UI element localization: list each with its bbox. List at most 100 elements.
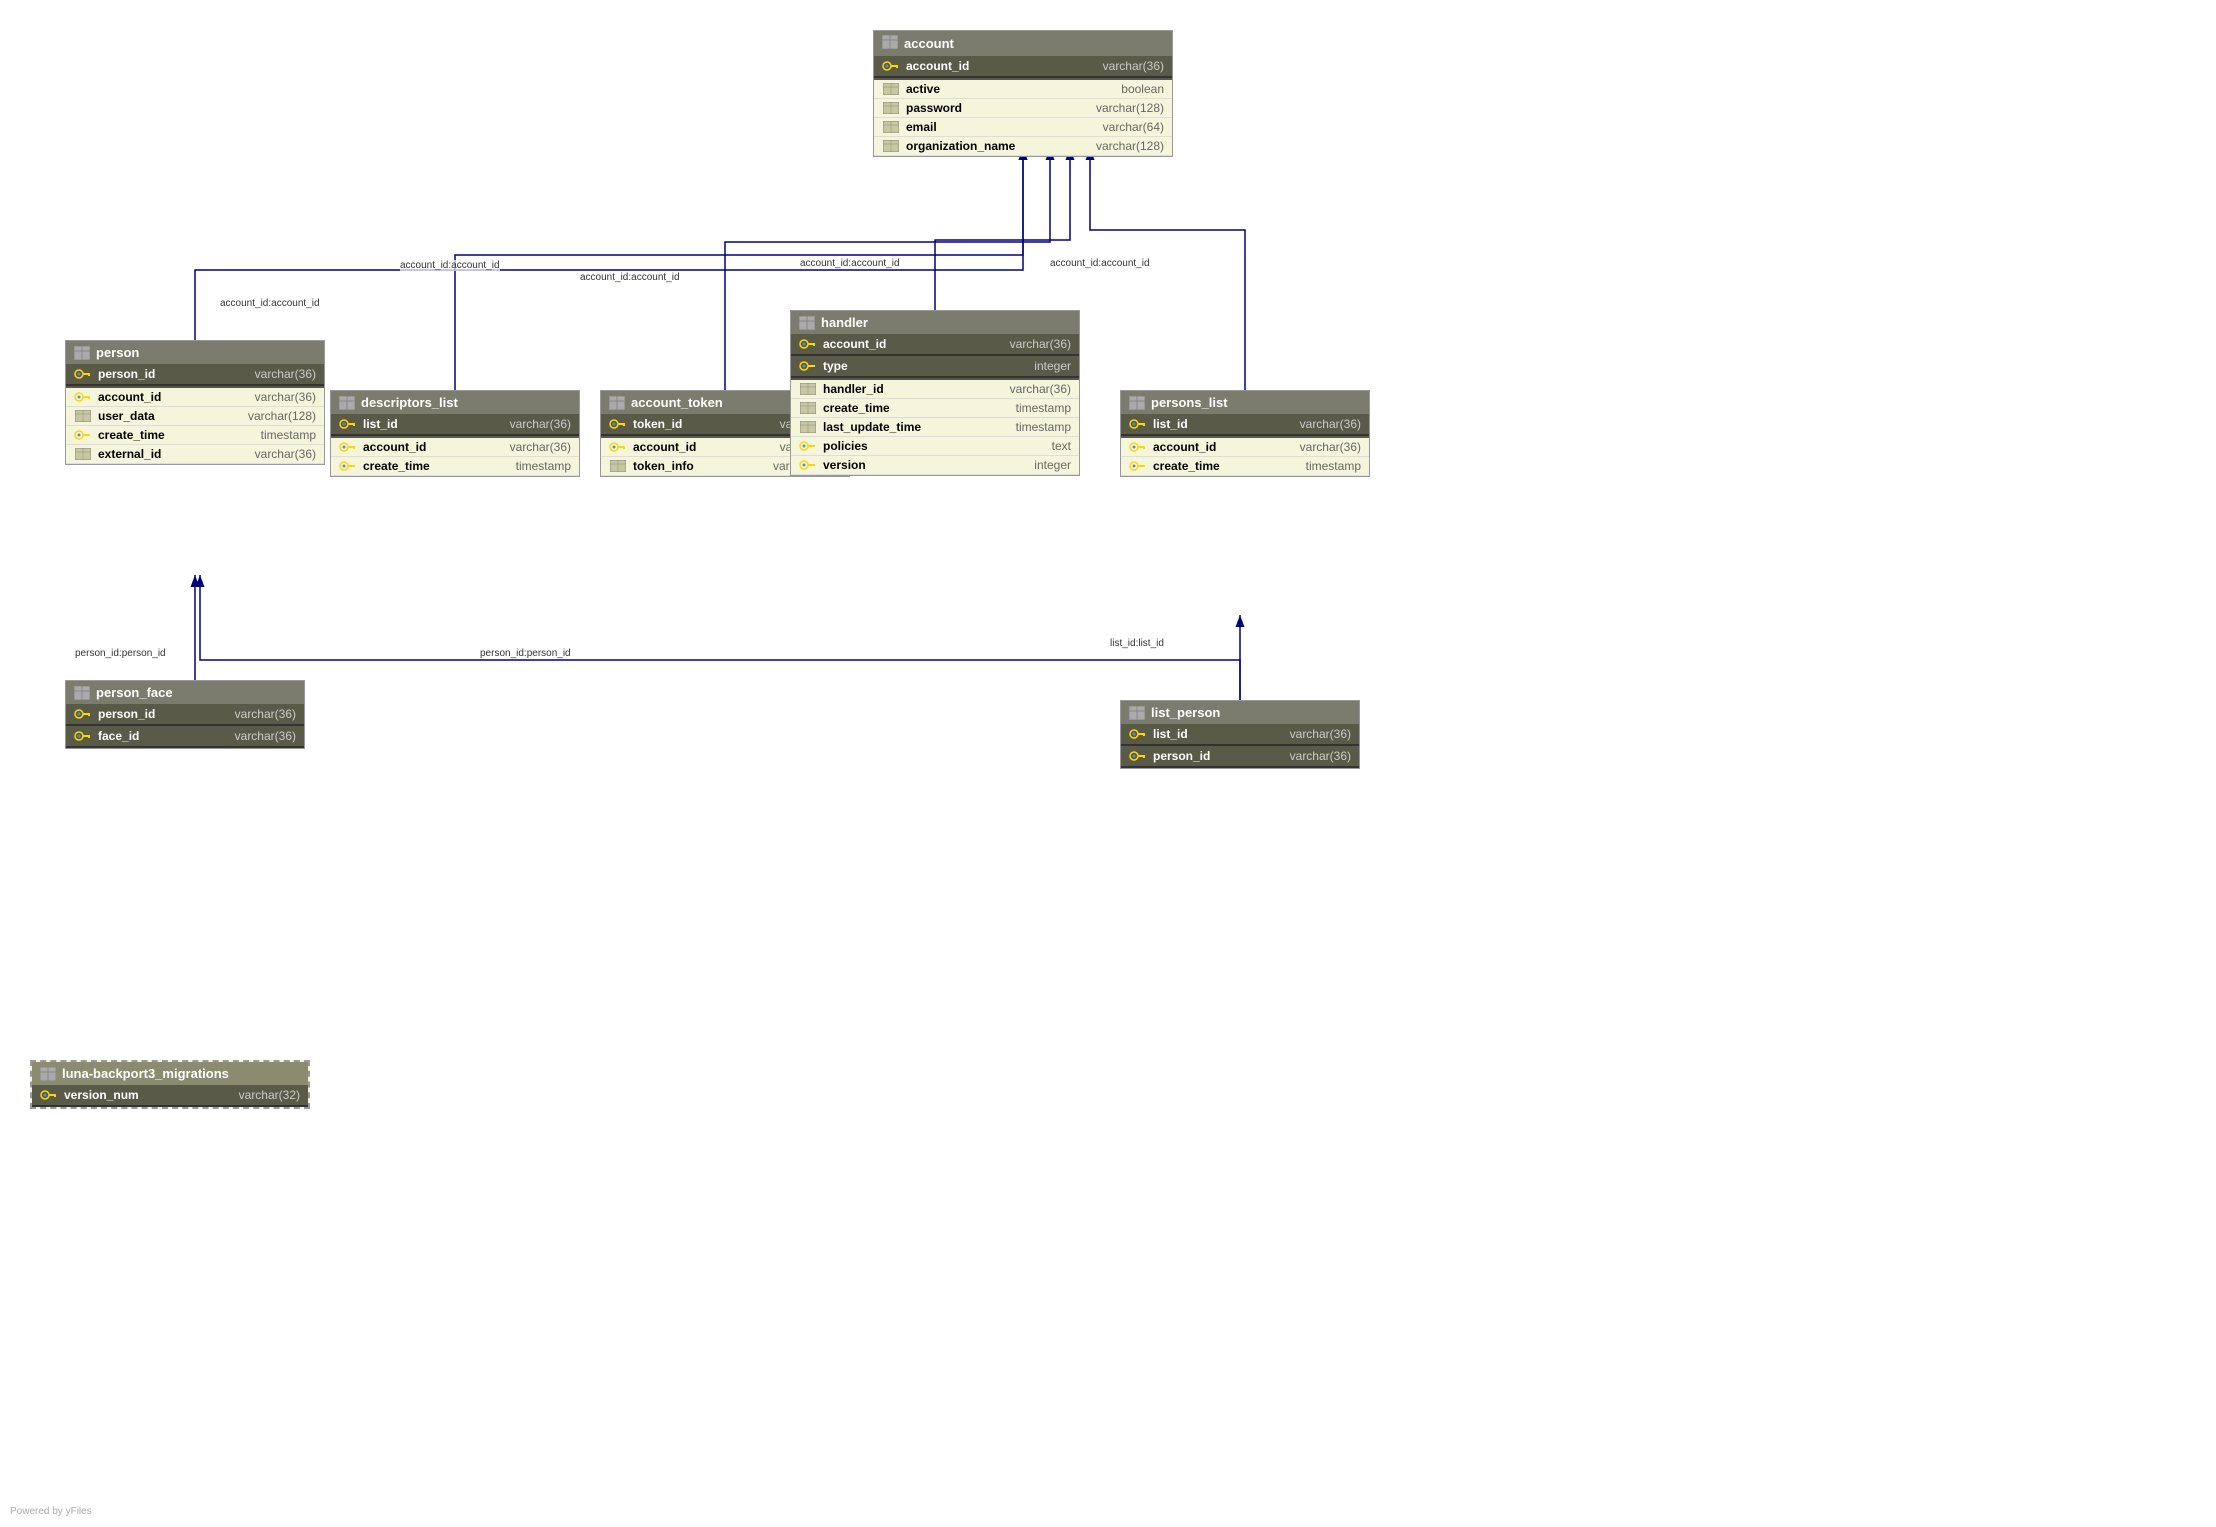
listperson-pk-row2: person_id varchar(36) <box>1121 746 1359 768</box>
handler-row-lastupdatetime: last_update_time timestamp <box>791 418 1079 437</box>
descriptors-body: account_id varchar(36) create_time times… <box>331 438 579 476</box>
person-accountid-name: account_id <box>98 390 249 404</box>
account-row-password: password varchar(128) <box>874 99 1172 118</box>
account-id-type: varchar(36) <box>1103 59 1164 73</box>
handler-table-name: handler <box>821 315 868 330</box>
pk-icon-token-id <box>609 417 627 431</box>
table-personslist-header: persons_list <box>1121 391 1369 414</box>
migrations-pk-row: version_num varchar(32) <box>32 1085 308 1107</box>
personface-pk-row1: person_id varchar(36) <box>66 704 304 726</box>
handler-type-name: type <box>823 359 1028 373</box>
fk-icon-personslist-accountid <box>1129 440 1147 454</box>
reg-icon-lastupdatetime <box>799 420 817 434</box>
person-id-name: person_id <box>98 367 249 381</box>
person-createtime-name: create_time <box>98 428 255 442</box>
table-icon-token <box>609 396 625 410</box>
listperson-pk-row1: list_id varchar(36) <box>1121 724 1359 746</box>
handler-accountid-name: account_id <box>823 337 1004 351</box>
reg-icon-email <box>882 120 900 134</box>
person-row-accountid: account_id varchar(36) <box>66 388 324 407</box>
versionnum-name: version_num <box>64 1088 233 1102</box>
handler-pk-row1: account_id varchar(36) <box>791 334 1079 356</box>
listperson-table-name: list_person <box>1151 705 1220 720</box>
table-account-header: account <box>874 31 1172 56</box>
pk-icon-account-id <box>882 59 900 73</box>
handler-row-handlerid: handler_id varchar(36) <box>791 380 1079 399</box>
descriptors-row-accountid: account_id varchar(36) <box>331 438 579 457</box>
listperson-listid-type: varchar(36) <box>1290 727 1351 741</box>
personslist-listid-type: varchar(36) <box>1300 417 1361 431</box>
password-name: password <box>906 101 1090 115</box>
personslist-pk-row: list_id varchar(36) <box>1121 414 1369 436</box>
version-name: version <box>823 458 1028 472</box>
email-name: email <box>906 120 1097 134</box>
label-listperson-person: person_id:person_id <box>480 648 571 659</box>
table-account-name: account <box>904 36 954 51</box>
orgname-type: varchar(128) <box>1096 139 1164 153</box>
table-icon-personface <box>74 686 90 700</box>
account-row-active: active boolean <box>874 80 1172 99</box>
watermark: Powered by yFiles <box>10 1506 92 1517</box>
pk-icon-personface-personid <box>74 707 92 721</box>
label-token-account: account_id:account_id <box>580 272 680 283</box>
pk-icon-listperson-listid <box>1129 727 1147 741</box>
personslist-table-name: persons_list <box>1151 395 1228 410</box>
personslist-row-accountid: account_id varchar(36) <box>1121 438 1369 457</box>
reg-icon-externalid <box>74 447 92 461</box>
connectors-svg <box>0 0 2216 1527</box>
account-body: active boolean password varchar(128) ema… <box>874 80 1172 156</box>
descriptors-accountid-name: account_id <box>363 440 504 454</box>
table-list-person: list_person list_id varchar(36) person_i… <box>1120 700 1360 769</box>
personslist-body: account_id varchar(36) create_time times… <box>1121 438 1369 476</box>
table-handler: handler account_id varchar(36) type inte… <box>790 310 1080 476</box>
listperson-listid-name: list_id <box>1153 727 1284 741</box>
personslist-row-createtime: create_time timestamp <box>1121 457 1369 476</box>
handler-createtime-type: timestamp <box>1016 401 1071 415</box>
reg-icon-handlerid <box>799 382 817 396</box>
fk-icon-person-accountid <box>74 390 92 404</box>
table-migrations-header: luna-backport3_migrations <box>32 1062 308 1085</box>
orgname-name: organization_name <box>906 139 1090 153</box>
userdata-type: varchar(128) <box>248 409 316 423</box>
label-personslist-account: account_id:account_id <box>1050 258 1150 269</box>
table-personface-header: person_face <box>66 681 304 704</box>
token-accountid-name: account_id <box>633 440 774 454</box>
externalid-type: varchar(36) <box>255 447 316 461</box>
fk-icon-version <box>799 458 817 472</box>
reg-icon-personslist-createtime <box>1129 459 1147 473</box>
tokeninfo-name: token_info <box>633 459 767 473</box>
pk-icon-versionnum <box>40 1088 58 1102</box>
personslist-accountid-name: account_id <box>1153 440 1294 454</box>
person-body: account_id varchar(36) user_data varchar… <box>66 388 324 464</box>
lastupdatetime-type: timestamp <box>1016 420 1071 434</box>
table-listperson-header: list_person <box>1121 701 1359 724</box>
handler-createtime-name: create_time <box>823 401 1010 415</box>
descriptors-table-name: descriptors_list <box>361 395 458 410</box>
pk-icon-listperson-personid <box>1129 749 1147 763</box>
personslist-accountid-type: varchar(36) <box>1300 440 1361 454</box>
email-type: varchar(64) <box>1103 120 1164 134</box>
person-pk-row: person_id varchar(36) <box>66 364 324 386</box>
person-table-name: person <box>96 345 139 360</box>
active-name: active <box>906 82 1115 96</box>
handler-accountid-type: varchar(36) <box>1010 337 1071 351</box>
table-migrations: luna-backport3_migrations version_num va… <box>30 1060 310 1109</box>
token-tokenid-name: token_id <box>633 417 774 431</box>
personface-personid-name: person_id <box>98 707 229 721</box>
userdata-name: user_data <box>98 409 242 423</box>
reg-icon-password <box>882 101 900 115</box>
account-row-orgname: organization_name varchar(128) <box>874 137 1172 156</box>
handler-body: handler_id varchar(36) create_time times… <box>791 380 1079 475</box>
pk-icon-personslist-listid <box>1129 417 1147 431</box>
descriptors-listid-name: list_id <box>363 417 504 431</box>
personslist-listid-name: list_id <box>1153 417 1294 431</box>
table-handler-header: handler <box>791 311 1079 334</box>
table-person: person person_id varchar(36) account_id … <box>65 340 325 465</box>
table-descriptors-header: descriptors_list <box>331 391 579 414</box>
pk-icon-personface-faceid <box>74 729 92 743</box>
person-row-externalid: external_id varchar(36) <box>66 445 324 464</box>
listperson-personid-name: person_id <box>1153 749 1284 763</box>
personslist-createtime-name: create_time <box>1153 459 1300 473</box>
reg-icon-active <box>882 82 900 96</box>
label-personface-person: person_id:person_id <box>75 648 166 659</box>
